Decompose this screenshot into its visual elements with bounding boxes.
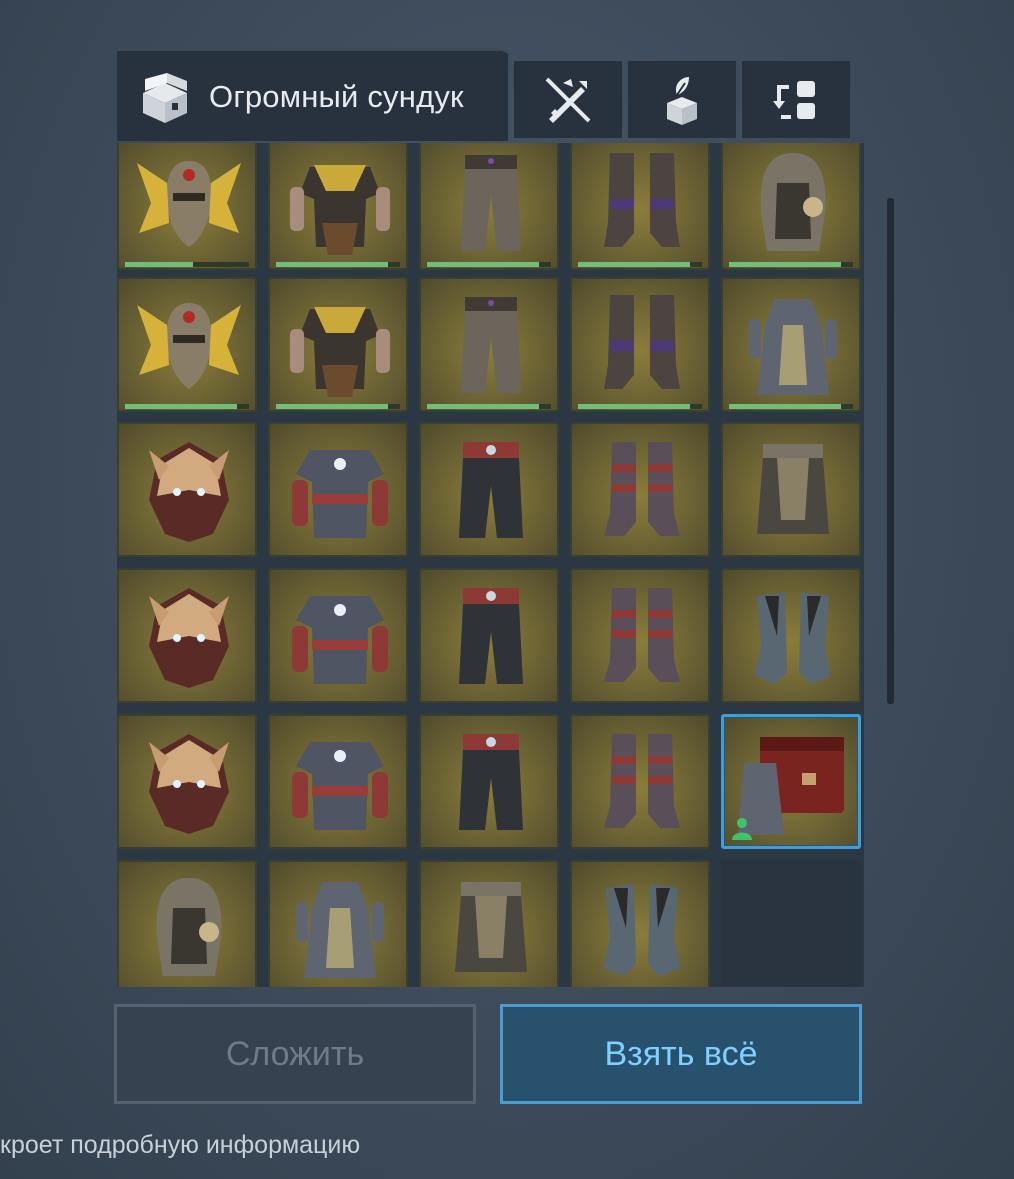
item-slot[interactable]: [268, 568, 408, 703]
cloth-shoes-icon: [604, 884, 680, 976]
studded-jacket-icon: [292, 596, 388, 684]
item-slot[interactable]: [570, 568, 710, 703]
item-slot[interactable]: [117, 143, 257, 270]
swap-layout-icon: [773, 81, 815, 119]
durability-bar: [578, 404, 702, 409]
item-slot[interactable]: [117, 568, 257, 703]
inventory-grid: [117, 143, 864, 987]
fringed-skirt-icon: [455, 882, 527, 972]
chest-title: Огромный сундук: [209, 79, 464, 114]
banded-boots-icon: [604, 442, 680, 536]
item-slot[interactable]: [117, 860, 257, 987]
chest-title-tab: Огромный сундук: [117, 48, 508, 141]
durability-fill: [729, 262, 841, 267]
winged-helmet-icon: [137, 303, 241, 389]
scrollbar[interactable]: [887, 198, 894, 704]
fox-mask-icon: [149, 588, 229, 688]
chest-icon: [143, 73, 187, 123]
fox-mask-icon: [149, 734, 229, 834]
banded-trousers-icon: [459, 442, 523, 538]
item-slot[interactable]: [570, 860, 710, 987]
stack-button[interactable]: Сложить: [114, 1004, 476, 1104]
durability-fill: [729, 404, 841, 409]
hint-text: кроет подробную информацию: [0, 1131, 361, 1159]
banded-trousers-icon: [459, 734, 523, 830]
durability-fill: [427, 262, 539, 267]
item-slot[interactable]: [721, 277, 861, 412]
fox-mask-icon: [149, 442, 229, 542]
box-with-leaf-icon: [667, 77, 697, 125]
item-slot[interactable]: [570, 714, 710, 849]
item-slot[interactable]: [419, 143, 559, 270]
durability-fill: [125, 262, 194, 267]
item-slot[interactable]: [268, 143, 408, 270]
item-slot[interactable]: [419, 714, 559, 849]
durability-bar: [578, 262, 702, 267]
item-slot[interactable]: [419, 277, 559, 412]
leather-trousers-icon: [461, 155, 521, 251]
take-all-button-label: Взять всё: [604, 1034, 758, 1073]
item-slot[interactable]: [117, 277, 257, 412]
durability-bar: [125, 404, 249, 409]
item-slot[interactable]: [268, 277, 408, 412]
durability-bar: [729, 404, 853, 409]
item-slot[interactable]: [419, 860, 559, 987]
hooded-helm-icon: [760, 153, 826, 251]
studded-jacket-icon: [292, 450, 388, 538]
durability-bar: [729, 262, 853, 267]
item-slot[interactable]: [268, 860, 408, 987]
studded-jacket-icon: [292, 742, 388, 830]
filter-off-button[interactable]: [514, 61, 622, 138]
owner-person-icon: [732, 818, 752, 840]
item-slot[interactable]: [570, 422, 710, 557]
durability-fill: [578, 262, 690, 267]
item-slot[interactable]: [721, 143, 861, 270]
durability-fill: [276, 262, 388, 267]
deposit-button[interactable]: [628, 61, 736, 138]
fringed-skirt-icon: [757, 444, 829, 534]
empty-slot: [721, 860, 861, 987]
hooded-helm-icon: [156, 878, 222, 976]
item-slot[interactable]: [721, 714, 861, 849]
banded-boots-icon: [604, 734, 680, 828]
tribal-tunic-icon: [290, 165, 390, 255]
durability-fill: [125, 404, 237, 409]
take-all-button[interactable]: Взять всё: [500, 1004, 862, 1104]
durability-bar: [427, 262, 551, 267]
item-slot[interactable]: [117, 422, 257, 557]
item-slot[interactable]: [721, 422, 861, 557]
leather-trousers-icon: [461, 297, 521, 393]
item-slot[interactable]: [117, 714, 257, 849]
robe-dress-icon: [749, 299, 837, 395]
no-sword-icon: [545, 77, 591, 123]
item-slot[interactable]: [721, 568, 861, 703]
laced-boots-icon: [604, 295, 680, 389]
durability-fill: [578, 404, 690, 409]
item-slot[interactable]: [570, 143, 710, 270]
item-slot[interactable]: [268, 714, 408, 849]
laced-boots-icon: [604, 153, 680, 247]
swap-button[interactable]: [742, 61, 850, 138]
durability-bar: [276, 262, 400, 267]
durability-bar: [125, 262, 249, 267]
winged-helmet-icon: [137, 161, 241, 247]
durability-fill: [427, 404, 539, 409]
durability-fill: [276, 404, 388, 409]
tribal-tunic-icon: [290, 307, 390, 397]
banded-trousers-icon: [459, 588, 523, 684]
scroll-thumb[interactable]: [887, 198, 894, 704]
robe-dress-icon: [296, 882, 384, 978]
durability-bar: [276, 404, 400, 409]
cloth-shoes-icon: [755, 592, 831, 684]
item-slot[interactable]: [419, 422, 559, 557]
durability-bar: [427, 404, 551, 409]
stack-button-label: Сложить: [225, 1034, 365, 1073]
banded-boots-icon: [604, 588, 680, 682]
item-slot[interactable]: [268, 422, 408, 557]
item-slot[interactable]: [570, 277, 710, 412]
item-slot[interactable]: [419, 568, 559, 703]
